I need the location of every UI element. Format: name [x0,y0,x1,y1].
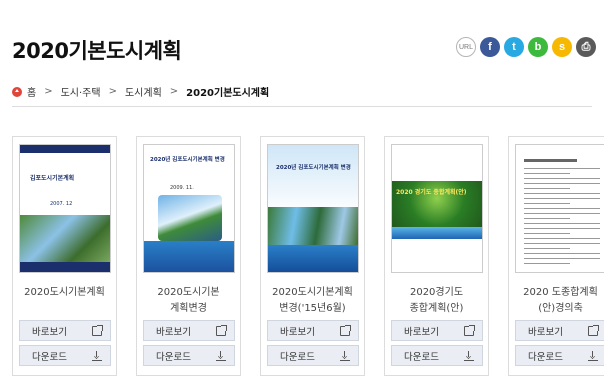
download-button[interactable]: 다운로드 [391,345,483,366]
view-button[interactable]: 바로보기 [19,320,111,341]
twitter-icon[interactable]: t [504,37,524,57]
external-link-icon [340,324,351,336]
chevron-right-icon: > [44,86,53,97]
breadcrumb-current: 2020기본도시계획 [186,88,270,99]
download-icon [588,350,598,361]
document-card: 2020년 김포도시기본계획 변경 2020도시기본계획 변경('15년6월) … [260,136,365,376]
share-bar: URL f t b s ⎙ [456,37,596,57]
document-cover-image[interactable]: 2020 경기도 종합계획(안) [391,144,483,273]
document-card: 김포도시기본계획 2007. 12 2020도시기본계획 바로보기 다운로드 [12,136,117,376]
document-title: 2020도시기본 계획변경 [157,287,220,314]
external-link-icon [216,324,227,336]
document-title: 2020도시기본계획 [24,287,105,298]
page-title: 2020기본도시계획 [12,39,182,63]
kakaostory-icon[interactable]: s [552,37,572,57]
document-list: 김포도시기본계획 2007. 12 2020도시기본계획 바로보기 다운로드 2… [12,136,604,376]
download-icon [92,350,102,361]
band-icon[interactable]: b [528,37,548,57]
document-cover-image[interactable]: 김포도시기본계획 2007. 12 [19,144,111,273]
breadcrumb: 홈 > 도시·주택 > 도시계획 > 2020기본도시계획 [12,84,269,99]
document-title: 2020경기도 종합계획(안) [409,287,464,314]
chevron-right-icon: > [108,86,117,97]
document-card: 2020 도종합계획 (안)경의축 바로보기 다운로드 [508,136,604,376]
facebook-icon[interactable]: f [480,37,500,57]
document-title: 2020 도종합계획 (안)경의축 [523,287,598,314]
url-copy-icon[interactable]: URL [456,37,476,57]
home-icon[interactable] [12,86,22,97]
download-icon [216,350,226,361]
document-cover-image[interactable]: 2020년 김포도시기본계획 변경 2009. 11. [143,144,235,273]
breadcrumb-home[interactable]: 홈 [27,84,36,99]
document-title: 2020도시기본계획 변경('15년6월) [272,287,353,314]
view-button[interactable]: 바로보기 [515,320,604,341]
download-icon [340,350,350,361]
divider [12,106,592,107]
external-link-icon [464,324,475,336]
print-icon[interactable]: ⎙ [576,37,596,57]
external-link-icon [92,324,103,336]
external-link-icon [588,324,599,336]
document-card: 2020년 김포도시기본계획 변경 2009. 11. 2020도시기본 계획변… [136,136,241,376]
document-card: 2020 경기도 종합계획(안) 2020경기도 종합계획(안) 바로보기 다운… [384,136,489,376]
document-cover-image[interactable] [515,144,604,273]
chevron-right-icon: > [169,86,179,97]
breadcrumb-level1[interactable]: 도시·주택 [61,84,101,99]
view-button[interactable]: 바로보기 [391,320,483,341]
download-button[interactable]: 다운로드 [19,345,111,366]
view-button[interactable]: 바로보기 [143,320,235,341]
download-icon [464,350,474,361]
view-button[interactable]: 바로보기 [267,320,359,341]
download-button[interactable]: 다운로드 [515,345,604,366]
document-cover-image[interactable]: 2020년 김포도시기본계획 변경 [267,144,359,273]
download-button[interactable]: 다운로드 [143,345,235,366]
breadcrumb-level2[interactable]: 도시계획 [125,84,162,99]
download-button[interactable]: 다운로드 [267,345,359,366]
